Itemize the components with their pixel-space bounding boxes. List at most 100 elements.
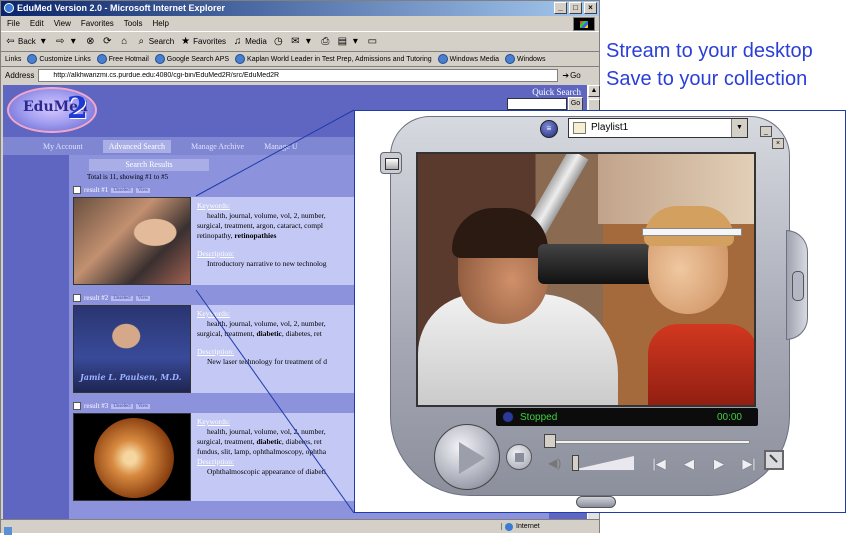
player-close-button[interactable]: × [772,138,784,149]
result-checkbox[interactable] [73,186,81,194]
tab-advanced-search[interactable]: Advanced Search [102,139,171,153]
previous-track-button[interactable]: |◀ [648,456,670,472]
history-icon: ◷ [273,36,283,47]
view-button[interactable]: View [135,187,151,193]
edumed-logo[interactable]: EduMed 2 [7,87,97,133]
unselect-button[interactable]: Unselect [111,295,133,301]
dropdown-icon: ▾ [40,36,46,47]
search-button[interactable]: ⌕ Search [136,36,174,47]
favorites-label: Favorites [193,37,227,46]
back-button[interactable]: ⇦ Back ▾ [5,36,49,47]
link-hotmail[interactable]: Free Hotmail [97,54,149,64]
stop-button[interactable]: ⊗ [85,36,96,47]
forward-button[interactable]: ⇨ ▾ [55,36,79,47]
volume-slider[interactable] [572,455,634,471]
result-text: Keywords: health, journal, volume, vol, … [191,305,327,393]
home-button[interactable]: ⌂ [119,36,130,47]
view-button[interactable]: View [135,295,151,301]
print-button[interactable]: ⎙ [320,36,331,47]
menu-favorites[interactable]: Favorites [81,19,114,28]
menu-view[interactable]: View [54,19,71,28]
player-minimize-button[interactable]: _ [760,126,772,137]
chevron-down-icon[interactable]: ▼ [731,119,747,137]
result-title[interactable]: result #2 [84,294,108,302]
standard-toolbar: ⇦ Back ▾ ⇨ ▾ ⊗ ⟳ ⌂ ⌕ Search ★ Favorites ♫ Medi… [1,32,599,52]
keywords-line: surgical, treatment, diabetic, diabetes,… [197,437,326,447]
browser-titlebar: EduMed Version 2.0 - Microsoft Internet … [1,1,599,16]
discuss-button[interactable]: ▭ [367,36,378,47]
view-button[interactable]: View [135,403,151,409]
star-icon: ★ [181,36,191,47]
screenshot-stage: EduMed Version 2.0 - Microsoft Internet … [0,0,855,537]
seek-thumb[interactable] [544,434,556,448]
video-area[interactable] [416,152,756,407]
results-total: Total is 11, showing #1 to #5 [87,173,169,181]
menu-file[interactable]: File [7,19,20,28]
rewind-button[interactable]: ◀ [678,456,700,472]
result-text: Keywords: health, journal, volume, vol, … [191,197,327,285]
menu-bar: File Edit View Favorites Tools Help [1,16,599,32]
speaker-icon[interactable]: ◀) [548,456,564,470]
minimize-button[interactable]: _ [554,2,567,14]
forward-arrow-icon: ⇨ [56,36,65,47]
player-menu-button[interactable]: ≡ [540,120,558,138]
play-button[interactable] [434,424,500,490]
result-thumbnail[interactable] [73,197,191,285]
media-info-icon[interactable] [502,411,514,423]
unselect-button[interactable]: Unselect [111,187,133,193]
result-checkbox[interactable] [73,294,81,302]
thumbnail-caption: Jamie L. Paulsen, M.D. [80,372,182,382]
link-windows[interactable]: Windows [505,54,545,64]
refresh-button[interactable]: ⟳ [102,36,113,47]
skin-mode-icon[interactable] [380,152,402,174]
link-google-search[interactable]: Google Search APS [155,54,229,64]
go-button[interactable]: ➔ Go [562,71,580,80]
result-checkbox[interactable] [73,402,81,410]
tab-manage-users[interactable]: Manage U [264,142,298,151]
playlist-icon [573,122,586,134]
address-input[interactable] [38,69,559,82]
next-track-button[interactable]: ▶| [738,456,760,472]
playlist-select[interactable]: Playlist1 ▼ [568,118,748,138]
media-button[interactable]: ♫ Media [232,36,267,47]
close-button[interactable]: × [584,2,597,14]
tab-manage-archive[interactable]: Manage Archive [191,142,244,151]
result-thumbnail[interactable]: Jamie L. Paulsen, M.D. [73,305,191,393]
search-results-tab[interactable]: Search Results [89,159,209,171]
result-title[interactable]: result #3 [84,402,108,410]
full-mode-icon[interactable] [764,450,784,470]
security-zone: Internet [501,523,540,531]
favorites-button[interactable]: ★ Favorites [180,36,226,47]
tab-my-account[interactable]: My Account [43,142,83,151]
player-bottom-grip[interactable] [576,496,616,508]
document-icon: ▭ [367,36,378,47]
keyword-highlight: retinopathies [234,231,277,240]
keywords-line: fundus, slit, lamp, ophthalmoscopy, opht… [197,447,327,456]
ie-icon [4,3,14,13]
mail-button[interactable]: ✉ ▾ [290,36,314,47]
maximize-button[interactable]: □ [569,2,582,14]
link-kaplan[interactable]: Kaplan World Leader in Test Prep, Admiss… [235,54,432,64]
stop-button[interactable] [506,444,532,470]
go-label: Go [570,71,581,80]
keywords-line: health, journal, volume, vol, 2, number, [207,427,326,436]
fast-forward-button[interactable]: ▶ [708,456,730,472]
unselect-button[interactable]: Unselect [111,403,133,409]
result-title[interactable]: result #1 [84,186,108,194]
history-button[interactable]: ◷ [273,36,284,47]
volume-knob[interactable] [572,455,579,471]
menu-edit[interactable]: Edit [30,19,44,28]
link-customize[interactable]: Customize Links [27,54,90,64]
player-side-handle[interactable] [786,230,808,340]
promo-line-1: Stream to your desktop [606,40,813,62]
edit-button[interactable]: ▤ ▾ [337,36,361,47]
menu-tools[interactable]: Tools [124,19,143,28]
quick-search-go-button[interactable]: Go [568,97,583,111]
scroll-up-arrow[interactable]: ▲ [588,85,600,97]
quick-search-input[interactable] [507,98,567,110]
result-thumbnail[interactable] [73,413,191,501]
link-windows-media[interactable]: Windows Media [438,54,499,64]
menu-help[interactable]: Help [152,19,168,28]
seek-bar[interactable] [550,440,750,444]
player-status: Stopped 00:00 [502,409,742,425]
